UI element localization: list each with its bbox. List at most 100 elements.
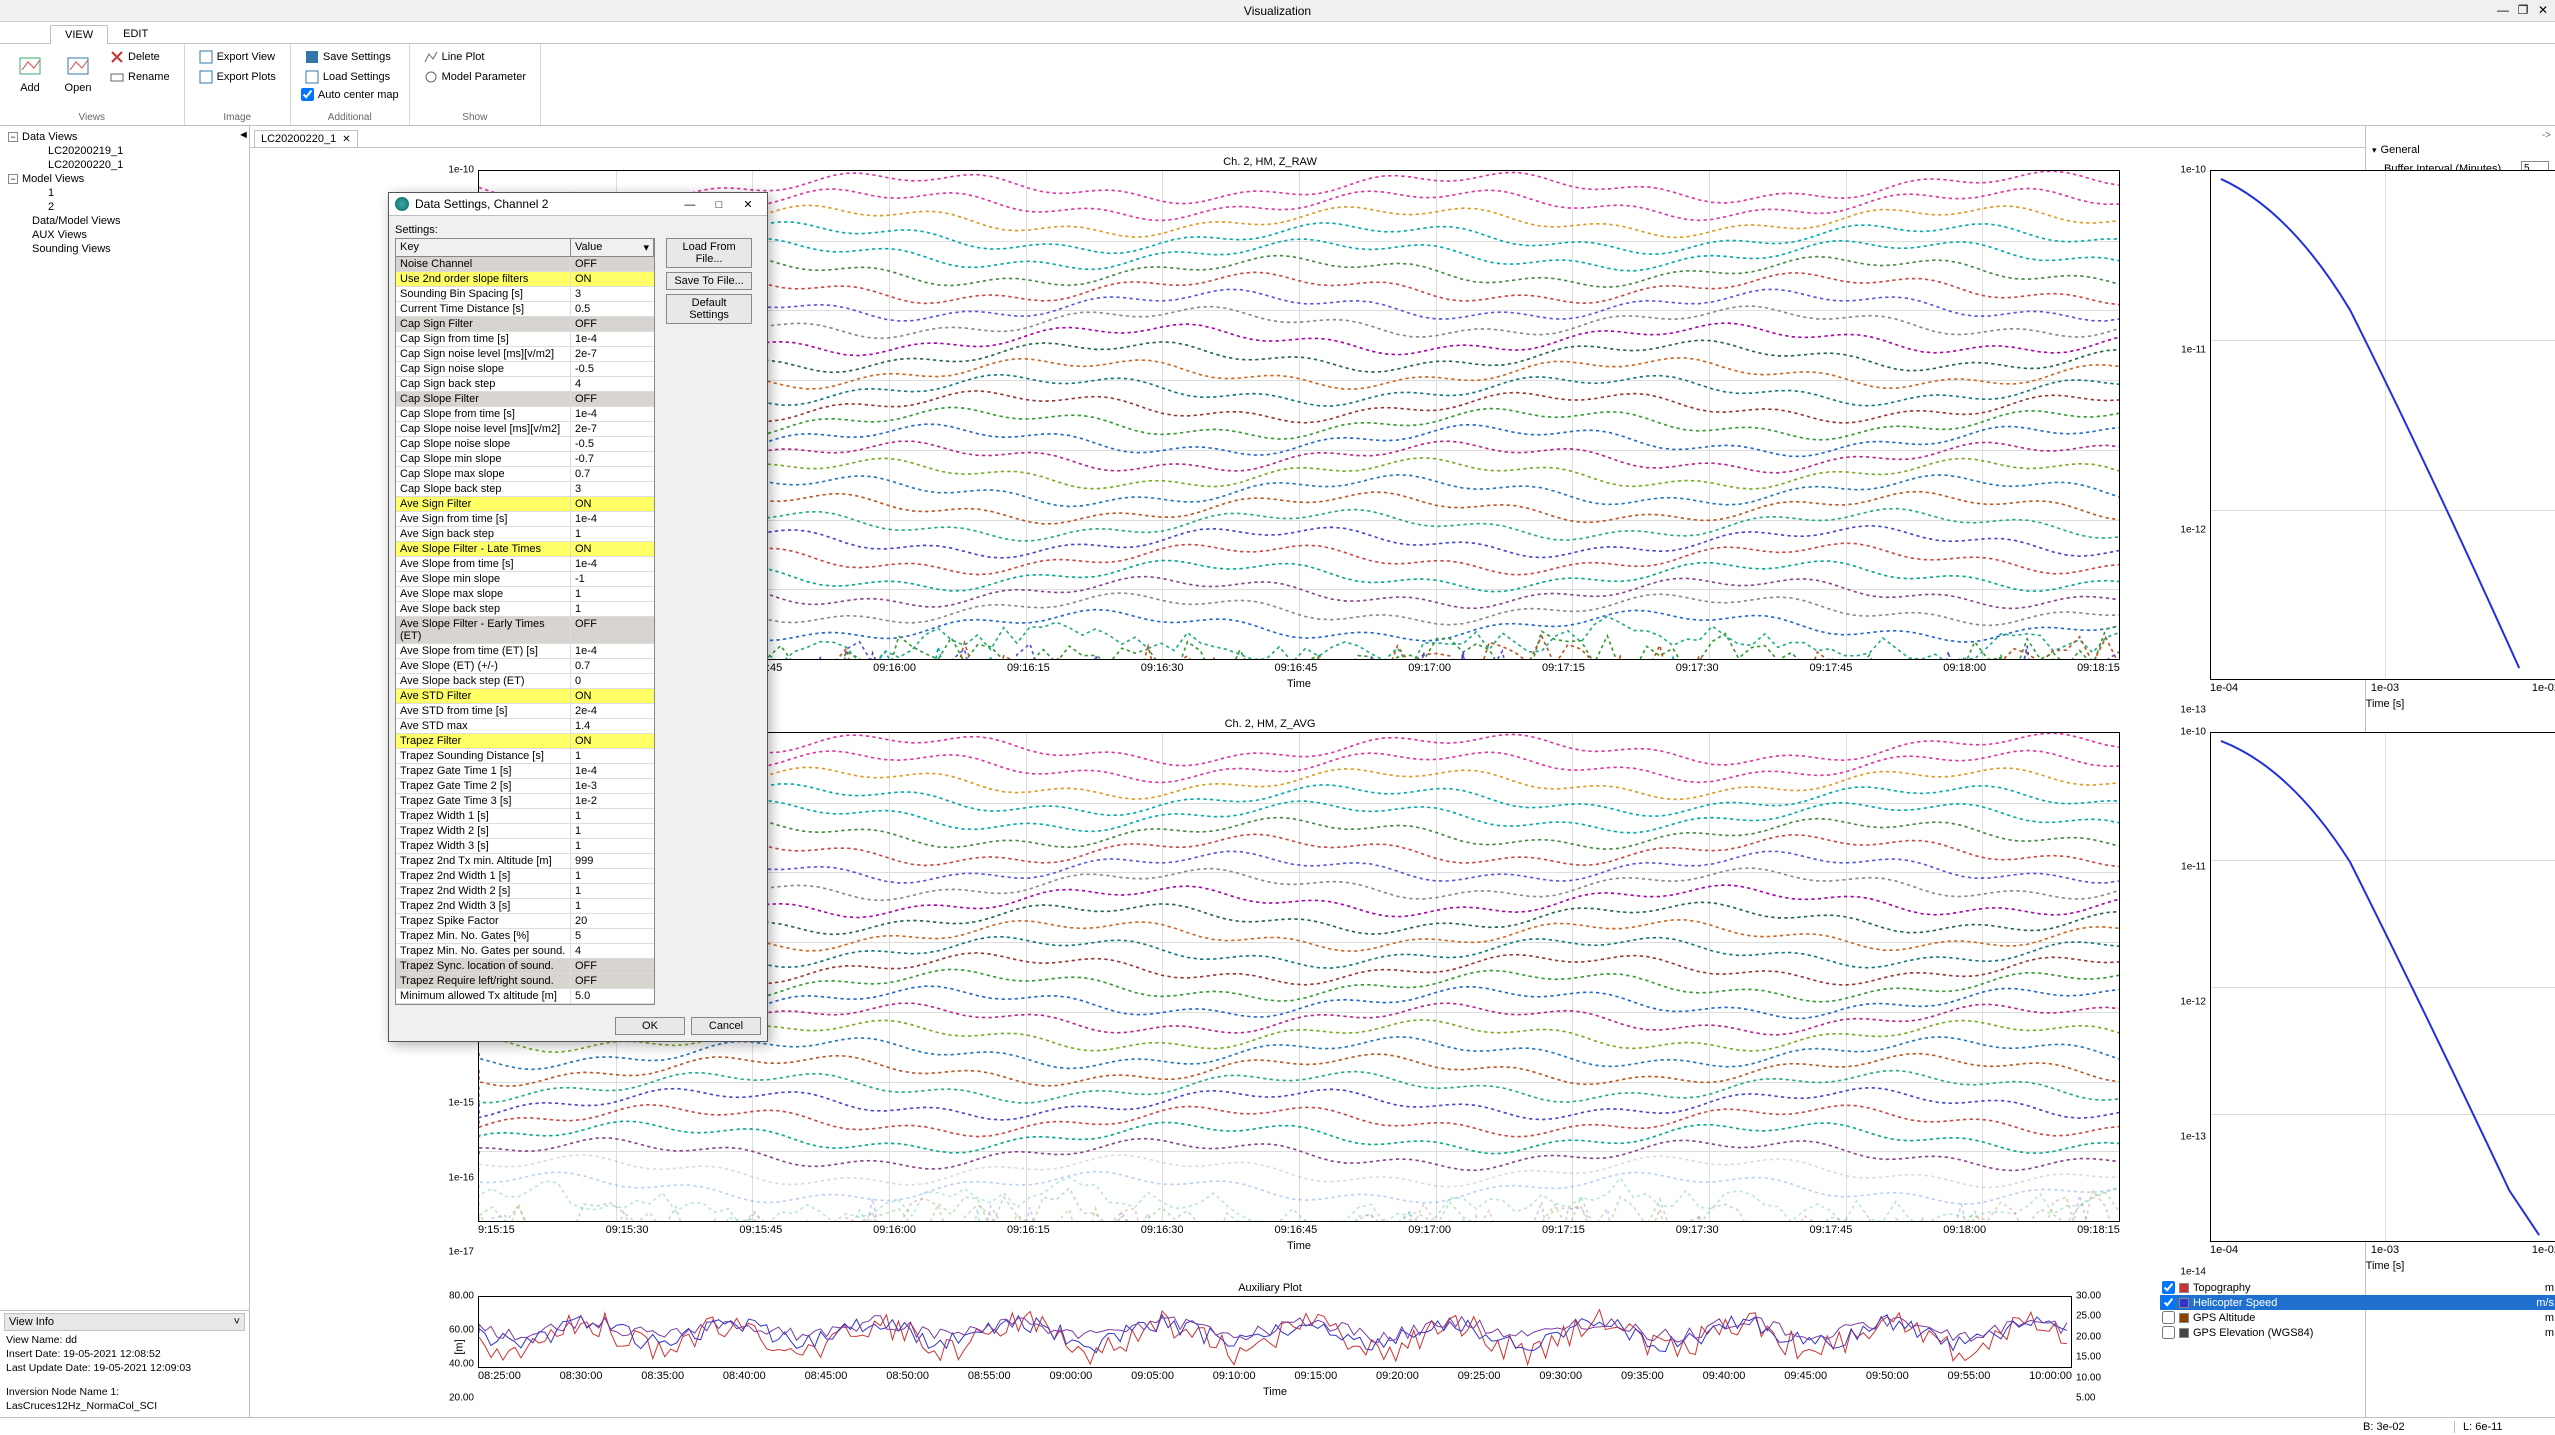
settings-row[interactable]: Ave Slope min slope-1 xyxy=(396,572,654,587)
tree-sounding-views[interactable]: Sounding Views xyxy=(4,242,245,256)
open-button[interactable]: Open xyxy=(58,48,98,98)
export-plots-button[interactable]: Export Plots xyxy=(195,68,280,86)
default-settings-button[interactable]: Default Settings xyxy=(666,294,752,324)
settings-row[interactable]: Ave Sign FilterON xyxy=(396,497,654,512)
settings-row[interactable]: Ave Slope max slope1 xyxy=(396,587,654,602)
chevron-down-icon[interactable]: ˅ xyxy=(234,1316,240,1328)
tree-data-views[interactable]: −Data Views xyxy=(4,130,245,144)
aux-legend-item[interactable]: Helicopter Speedm/s xyxy=(2160,1295,2555,1310)
load-settings-button[interactable]: Load Settings xyxy=(301,68,399,86)
settings-row[interactable]: Ave Slope (ET) (+/-)0.7 xyxy=(396,659,654,674)
settings-row[interactable]: Ave Slope Filter - Early Times (ET)OFF xyxy=(396,617,654,644)
settings-row[interactable]: Ave Slope Filter - Late TimesON xyxy=(396,542,654,557)
tree-item[interactable]: LC20200220_1 xyxy=(4,158,245,172)
dialog-titlebar[interactable]: Data Settings, Channel 2 — □ ✕ xyxy=(389,193,767,216)
settings-row[interactable]: Trapez 2nd Width 1 [s]1 xyxy=(396,869,654,884)
aux-legend-item[interactable]: Topographym xyxy=(2160,1280,2555,1295)
settings-row[interactable]: Current Time Distance [s]0.5 xyxy=(396,302,654,317)
settings-row[interactable]: Cap Slope max slope0.7 xyxy=(396,467,654,482)
settings-row[interactable]: Cap Slope min slope-0.7 xyxy=(396,452,654,467)
settings-row[interactable]: Cap Sign back step4 xyxy=(396,377,654,392)
x-ticks: 9:15:1509:15:3009:15:4509:16:0009:16:150… xyxy=(478,1222,2120,1238)
tab-view[interactable]: VIEW xyxy=(50,25,108,44)
settings-row[interactable]: Cap Sign noise level [ms][v/m2]2e-7 xyxy=(396,347,654,362)
settings-row[interactable]: Ave Sign from time [s]1e-4 xyxy=(396,512,654,527)
collapse-right-icon[interactable]: -> xyxy=(2370,130,2551,141)
tree-item[interactable]: 2 xyxy=(4,200,245,214)
x-axis-label: Time xyxy=(478,1238,2120,1252)
minimize-icon[interactable]: — xyxy=(2495,2,2511,18)
settings-row[interactable]: Cap Slope back step3 xyxy=(396,482,654,497)
aux-legend-item[interactable]: GPS Altitudem xyxy=(2160,1310,2555,1325)
settings-row[interactable]: Trapez Min. No. Gates [%]5 xyxy=(396,929,654,944)
settings-row[interactable]: Ave Slope back step1 xyxy=(396,602,654,617)
settings-row[interactable]: Ave STD FilterON xyxy=(396,689,654,704)
settings-row[interactable]: Cap Sign from time [s]1e-4 xyxy=(396,332,654,347)
close-icon[interactable]: ✕ xyxy=(2535,2,2551,18)
settings-row[interactable]: Trapez Sync. location of sound.OFF xyxy=(396,959,654,974)
add-button[interactable]: Add xyxy=(10,48,50,98)
settings-row[interactable]: Trapez 2nd Width 3 [s]1 xyxy=(396,899,654,914)
settings-row[interactable]: Minimum allowed Tx altitude [m]5.0 xyxy=(396,989,654,1004)
model-parameter-button[interactable]: Model Parameter xyxy=(420,68,530,86)
ok-button[interactable]: OK xyxy=(615,1017,685,1035)
settings-row[interactable]: Ave STD from time [s]2e-4 xyxy=(396,704,654,719)
settings-row[interactable]: Sounding Bin Spacing [s]3 xyxy=(396,287,654,302)
settings-row[interactable]: Ave Sign back step1 xyxy=(396,527,654,542)
export-view-button[interactable]: Export View xyxy=(195,48,280,66)
line-plot-button[interactable]: Line Plot xyxy=(420,48,530,66)
settings-row[interactable]: Cap Slope noise level [ms][v/m2]2e-7 xyxy=(396,422,654,437)
window-title: Visualization xyxy=(1244,4,1311,18)
settings-row[interactable]: Ave Slope from time [s]1e-4 xyxy=(396,557,654,572)
tab-edit[interactable]: EDIT xyxy=(108,24,163,43)
maximize-icon[interactable]: ❐ xyxy=(2515,2,2531,18)
settings-row[interactable]: Noise ChannelOFF xyxy=(396,257,654,272)
settings-row[interactable]: Trapez 2nd Width 2 [s]1 xyxy=(396,884,654,899)
settings-row[interactable]: Trapez Sounding Distance [s]1 xyxy=(396,749,654,764)
settings-row[interactable]: Use 2nd order slope filtersON xyxy=(396,272,654,287)
tree-data-model-views[interactable]: Data/Model Views xyxy=(4,214,245,228)
settings-row[interactable]: Trapez Width 3 [s]1 xyxy=(396,839,654,854)
view-info-header[interactable]: View Info ˅ xyxy=(4,1313,245,1331)
settings-row[interactable]: Trapez Require left/right sound.OFF xyxy=(396,974,654,989)
chart-auxiliary[interactable]: Auxiliary Plot [m] 80.0060.0040.0020.00 … xyxy=(420,1280,2120,1398)
dialog-minimize-icon[interactable]: — xyxy=(677,199,703,211)
settings-row[interactable]: Cap Slope from time [s]1e-4 xyxy=(396,407,654,422)
save-settings-button[interactable]: Save Settings xyxy=(301,48,399,66)
tree-item[interactable]: LC20200219_1 xyxy=(4,144,245,158)
settings-row[interactable]: Ave Slope from time (ET) [s]1e-4 xyxy=(396,644,654,659)
settings-row[interactable]: Cap Slope noise slope-0.5 xyxy=(396,437,654,452)
settings-row[interactable]: Trapez Spike Factor20 xyxy=(396,914,654,929)
load-from-file-button[interactable]: Load From File... xyxy=(666,238,752,268)
delete-button[interactable]: Delete xyxy=(106,48,174,66)
tree-item[interactable]: 1 xyxy=(4,186,245,200)
doc-tab[interactable]: LC20200220_1 ✕ xyxy=(254,130,358,147)
settings-row[interactable]: Trapez Gate Time 1 [s]1e-4 xyxy=(396,764,654,779)
chart-decay-lower[interactable]: dB/dt [V/m^2] 1e-101e-111e-121e-131e-14 … xyxy=(2160,716,2555,1272)
settings-row[interactable]: Cap Slope FilterOFF xyxy=(396,392,654,407)
save-to-file-button[interactable]: Save To File... xyxy=(666,272,752,290)
settings-row[interactable]: Trapez 2nd Tx min. Altitude [m]999 xyxy=(396,854,654,869)
settings-row[interactable]: Cap Sign FilterOFF xyxy=(396,317,654,332)
aux-legend-item[interactable]: GPS Elevation (WGS84)m xyxy=(2160,1325,2555,1340)
tree-model-views[interactable]: −Model Views xyxy=(4,172,245,186)
dialog-maximize-icon[interactable]: □ xyxy=(706,199,732,211)
settings-row[interactable]: Trapez FilterON xyxy=(396,734,654,749)
tree-view[interactable]: −Data Views LC20200219_1 LC20200220_1 −M… xyxy=(0,126,249,1310)
settings-row[interactable]: Trapez Width 2 [s]1 xyxy=(396,824,654,839)
settings-row[interactable]: Ave Slope back step (ET)0 xyxy=(396,674,654,689)
rename-button[interactable]: Rename xyxy=(106,68,174,86)
settings-row[interactable]: Cap Sign noise slope-0.5 xyxy=(396,362,654,377)
settings-row[interactable]: Trapez Min. No. Gates per sound.4 xyxy=(396,944,654,959)
tree-aux-views[interactable]: AUX Views xyxy=(4,228,245,242)
dialog-close-icon[interactable]: ✕ xyxy=(735,198,761,211)
collapse-left-icon[interactable]: ◄ xyxy=(238,129,249,141)
cancel-button[interactable]: Cancel xyxy=(691,1017,761,1035)
tab-close-icon[interactable]: ✕ xyxy=(342,134,350,145)
settings-row[interactable]: Trapez Gate Time 3 [s]1e-2 xyxy=(396,794,654,809)
settings-row[interactable]: Ave STD max1.4 xyxy=(396,719,654,734)
chart-decay-upper[interactable]: dB/dt [V/m^2] 1e-101e-111e-121e-13 1e-04… xyxy=(2160,154,2555,710)
settings-row[interactable]: Trapez Width 1 [s]1 xyxy=(396,809,654,824)
settings-row[interactable]: Trapez Gate Time 2 [s]1e-3 xyxy=(396,779,654,794)
auto-center-checkbox[interactable]: Auto center map xyxy=(301,88,399,101)
